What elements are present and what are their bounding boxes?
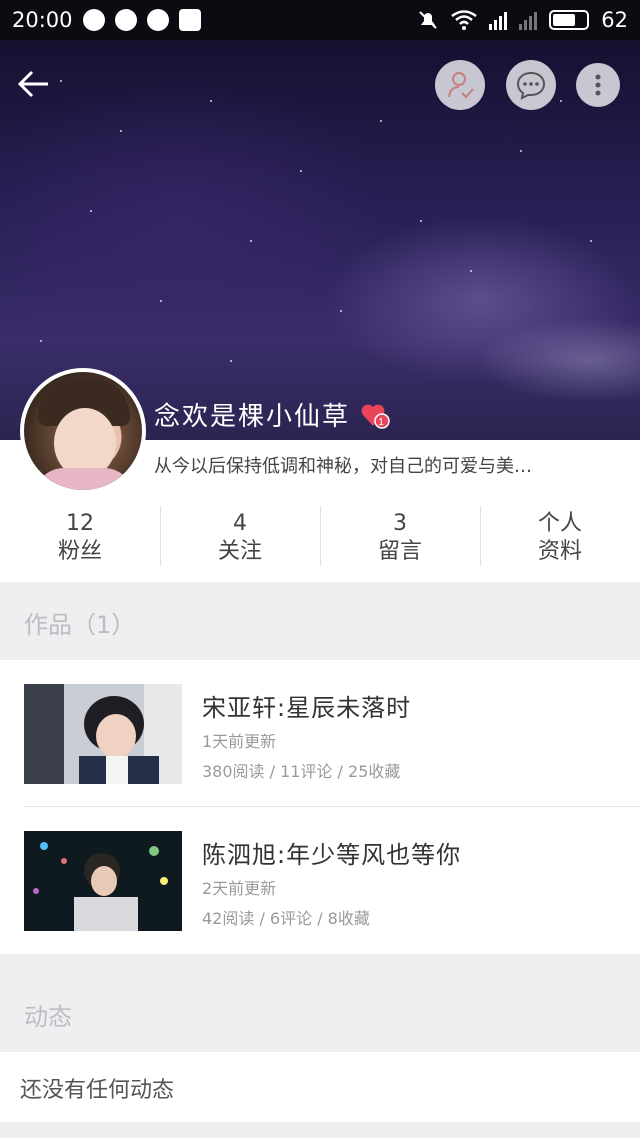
- more-button[interactable]: [576, 63, 620, 107]
- work-stats: 380阅读 / 11评论 / 25收藏: [202, 762, 401, 781]
- user-check-icon: [448, 72, 474, 99]
- wifi-icon: [451, 10, 478, 30]
- more-vertical-icon: [595, 74, 601, 96]
- work-stats: 42阅读 / 6评论 / 8收藏: [202, 909, 370, 928]
- status-time: 20:00: [12, 8, 73, 32]
- works-section-title: 作品（1）: [0, 582, 640, 660]
- status-bar: 20:00 62: [0, 0, 640, 40]
- weibo-notification-icon: [178, 9, 201, 31]
- work-item[interactable]: 宋亚轩:星辰未落时 1天前更新 380阅读 / 11评论 / 25收藏: [0, 660, 640, 807]
- stat-following[interactable]: 4 关注: [160, 506, 320, 582]
- signal-icon-2: [519, 10, 538, 30]
- battery-icon: [549, 10, 590, 30]
- work-title: 陈泗旭:年少等风也等你: [202, 841, 462, 869]
- work-thumbnail: [24, 831, 182, 931]
- work-updated: 1天前更新: [202, 732, 277, 751]
- work-updated: 2天前更新: [202, 879, 277, 898]
- signal-icon: [489, 10, 508, 30]
- stat-profile[interactable]: 个人 资料: [480, 506, 640, 582]
- stat-fans[interactable]: 12 粉丝: [0, 506, 160, 582]
- chat-bubble-icon: [516, 71, 546, 100]
- activity-section-title: 动态: [0, 974, 640, 1052]
- chat-notification-icon: [82, 9, 105, 31]
- avatar[interactable]: [20, 368, 146, 494]
- user-name: 念欢是棵小仙草 1: [154, 396, 390, 433]
- message-button[interactable]: [506, 60, 556, 110]
- heart-badge-icon[interactable]: 1: [360, 401, 390, 429]
- stat-messages[interactable]: 3 留言: [320, 506, 480, 582]
- empty-text: 还没有任何动态: [20, 1078, 175, 1103]
- app-notification-icon: [114, 9, 137, 31]
- app-notification-icon-2: [146, 9, 169, 31]
- work-thumbnail: [24, 684, 182, 784]
- mute-icon: [419, 11, 437, 29]
- back-button[interactable]: [12, 62, 56, 106]
- work-title: 宋亚轩:星辰未落时: [202, 694, 412, 722]
- battery-level: 62: [601, 8, 628, 32]
- activity-empty: 还没有任何动态: [0, 1052, 640, 1122]
- back-arrow-icon: [17, 70, 48, 98]
- work-item[interactable]: 陈泗旭:年少等风也等你 2天前更新 42阅读 / 6评论 / 8收藏: [0, 807, 640, 953]
- stats-bar: 12 粉丝 4 关注 3 留言 个人 资料: [0, 506, 640, 582]
- works-list: 宋亚轩:星辰未落时 1天前更新 380阅读 / 11评论 / 25收藏 陈泗旭:…: [0, 660, 640, 954]
- follow-button[interactable]: [435, 60, 485, 110]
- svg-text:1: 1: [378, 417, 386, 428]
- user-bio: 从今以后保持低调和神秘，对自己的可爱与美…: [154, 456, 532, 477]
